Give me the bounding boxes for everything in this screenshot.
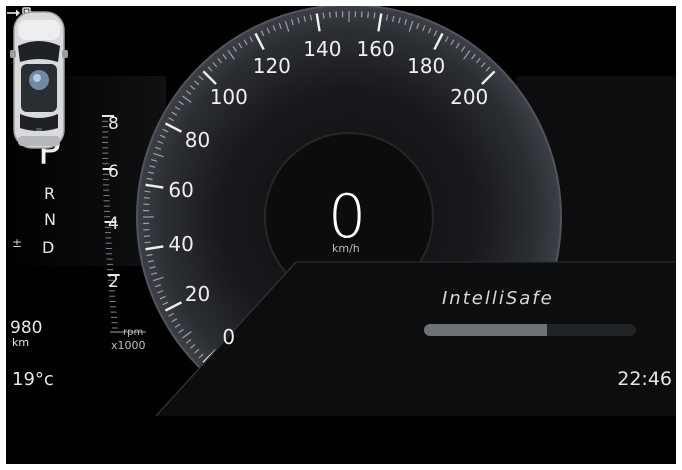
speed-label: 160 — [356, 37, 395, 62]
speed-label: 200 — [450, 84, 489, 109]
rpm-tick-label: 6 — [108, 162, 119, 182]
speed-minor-tick — [373, 12, 376, 19]
bottom-strip — [6, 416, 676, 464]
speed-minor-tick — [322, 12, 325, 19]
speed-minor-tick — [329, 11, 331, 18]
range-unit: km — [12, 336, 30, 349]
car-top-view-icon — [10, 11, 68, 149]
manual-shift-icon: ± — [12, 236, 23, 250]
clock: 22:46 — [617, 368, 672, 390]
speed-label: 60 — [168, 178, 194, 203]
speed-label: 180 — [407, 53, 446, 78]
outside-temperature: 19°c — [12, 369, 54, 390]
speed-label: 140 — [303, 37, 342, 62]
driver-display: 0 20 40 60 80 100 120 140 160 180 200 P R N D ± 8 … — [6, 6, 676, 464]
speed-label: 20 — [184, 282, 211, 307]
rpm-multiplier-label: x1000 — [111, 339, 146, 352]
range-value: 980 — [10, 318, 43, 338]
rpm-tick-label: 2 — [108, 272, 119, 292]
intellisafe-status-bar — [424, 324, 636, 336]
gear-drive: D — [42, 238, 55, 257]
intellisafe-status-fill — [424, 324, 547, 336]
speed-minor-tick — [144, 241, 151, 244]
intellisafe-title: IntelliSafe — [442, 288, 554, 309]
speed-label: 120 — [252, 53, 291, 78]
speed-unit: km/h — [332, 242, 360, 255]
gear-reverse: R — [44, 184, 56, 203]
speed-minor-tick — [143, 197, 150, 199]
speed-label: 0 — [222, 325, 236, 350]
speed-minor-tick — [143, 235, 150, 237]
speed-minor-tick — [367, 11, 369, 18]
speed-label: 100 — [209, 84, 248, 109]
rpm-unit-label: rpm — [123, 327, 144, 338]
speed-label: 40 — [168, 231, 194, 256]
rpm-tick-label: 8 — [108, 114, 119, 134]
speed-label: 80 — [184, 127, 211, 152]
rpm-tick-label: 4 — [108, 214, 119, 234]
speed-minor-tick — [144, 190, 151, 193]
gear-neutral: N — [44, 210, 56, 229]
